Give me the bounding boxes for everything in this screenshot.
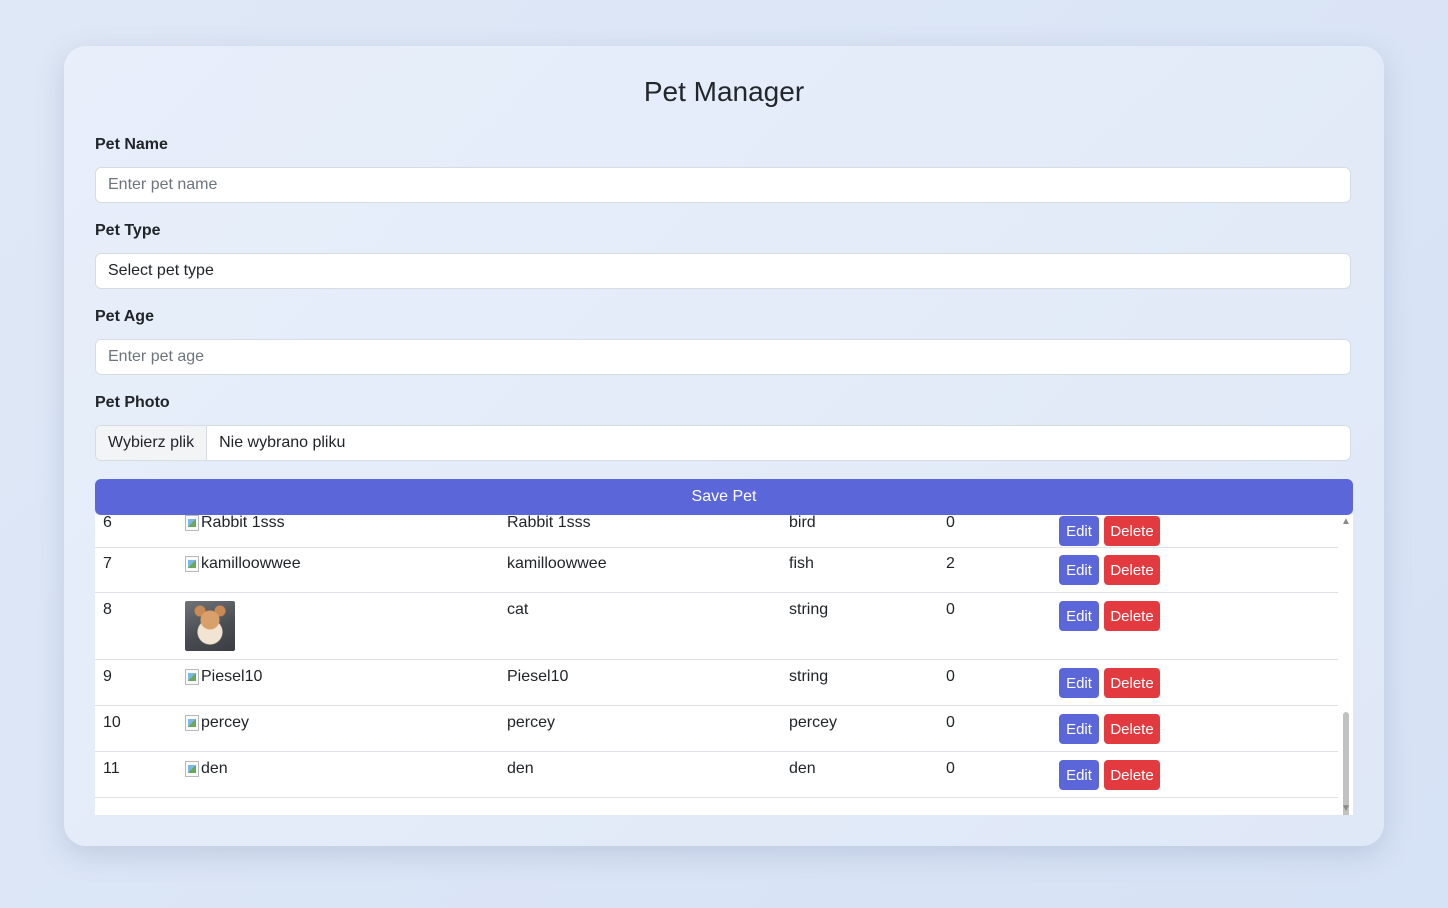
edit-button[interactable]: Edit xyxy=(1059,668,1099,698)
pet-name: kamilloowwee xyxy=(507,555,607,572)
delete-button[interactable]: Delete xyxy=(1104,714,1160,744)
delete-button[interactable]: Delete xyxy=(1104,516,1160,546)
pets-table[interactable]: 6 Rabbit 1sss Rabbit 1sss bird 0 Edit De… xyxy=(95,514,1353,815)
page-title: Pet Manager xyxy=(643,76,805,107)
choose-file-button[interactable]: Wybierz plik xyxy=(96,426,208,460)
pet-type-label: Pet Type xyxy=(95,222,161,239)
pet-id: 8 xyxy=(103,601,112,618)
pet-age: 0 xyxy=(946,714,955,731)
pet-id: 10 xyxy=(103,714,121,731)
pet-photo: percey xyxy=(185,714,249,732)
pet-name-input[interactable]: Enter pet name xyxy=(95,167,1351,203)
pet-photo-alt: Piesel10 xyxy=(201,668,263,685)
pet-photo-alt: kamilloowwee xyxy=(201,555,301,572)
pet-photo: den xyxy=(185,760,228,778)
pet-id: 9 xyxy=(103,668,112,685)
table-row: 8 cat string 0 Edit Delete xyxy=(95,593,1338,660)
pet-name: cat xyxy=(507,601,529,618)
delete-button[interactable]: Delete xyxy=(1104,601,1160,631)
scrollbar-thumb[interactable] xyxy=(1343,712,1349,815)
broken-image-icon xyxy=(185,761,199,777)
pet-type: den xyxy=(789,760,816,777)
broken-image-icon xyxy=(185,715,199,731)
delete-button[interactable]: Delete xyxy=(1104,760,1160,790)
table-row: 10 percey percey percey 0 Edit Delete xyxy=(95,706,1338,752)
delete-button[interactable]: Delete xyxy=(1104,555,1160,585)
edit-button[interactable]: Edit xyxy=(1059,714,1099,744)
pet-age: 0 xyxy=(946,760,955,777)
chevron-up-icon[interactable]: ▲ xyxy=(1339,514,1353,528)
pet-type: string xyxy=(789,668,829,685)
pet-name: Piesel10 xyxy=(507,668,569,685)
pet-age-input[interactable]: Enter pet age xyxy=(95,339,1351,375)
pet-type-select[interactable]: Select pet type xyxy=(95,253,1351,289)
broken-image-icon xyxy=(185,669,199,685)
pet-id: 6 xyxy=(103,514,112,531)
pet-type: bird xyxy=(789,514,816,531)
save-pet-button[interactable]: Save Pet xyxy=(95,479,1353,515)
pet-type: fish xyxy=(789,555,814,572)
edit-button[interactable]: Edit xyxy=(1059,516,1099,546)
pet-age-label: Pet Age xyxy=(95,308,154,325)
pet-photo-alt: percey xyxy=(201,714,250,731)
pet-type: string xyxy=(789,601,829,618)
pet-age: 0 xyxy=(946,601,955,618)
file-status: Nie wybrano pliku xyxy=(219,434,346,451)
pet-age: 2 xyxy=(946,555,955,572)
pet-name: percey xyxy=(507,714,556,731)
pet-name: Rabbit 1sss xyxy=(507,514,591,531)
pet-name-label: Pet Name xyxy=(95,136,168,153)
broken-image-icon xyxy=(185,556,199,572)
table-row: 11 den den den 0 Edit Delete xyxy=(95,752,1338,798)
pet-id: 7 xyxy=(103,555,112,572)
broken-image-icon xyxy=(185,515,199,531)
delete-button[interactable]: Delete xyxy=(1104,668,1160,698)
pet-manager-card: Pet Manager Pet Name Enter pet name Pet … xyxy=(64,46,1384,846)
pet-photo: Rabbit 1sss xyxy=(185,514,285,532)
pet-photo: Piesel10 xyxy=(185,668,262,686)
pet-age: 0 xyxy=(946,514,955,531)
pet-photo: kamilloowwee xyxy=(185,555,301,573)
pet-photo-thumbnail xyxy=(185,601,235,651)
edit-button[interactable]: Edit xyxy=(1059,601,1099,631)
table-row: 9 Piesel10 Piesel10 string 0 Edit Delete xyxy=(95,660,1338,706)
edit-button[interactable]: Edit xyxy=(1059,555,1099,585)
edit-button[interactable]: Edit xyxy=(1059,760,1099,790)
pet-photo-file-input[interactable]: Wybierz plik Nie wybrano pliku xyxy=(95,425,1351,461)
pet-id: 11 xyxy=(103,760,120,777)
table-row: 7 kamilloowwee kamilloowwee fish 2 Edit … xyxy=(95,547,1338,593)
table-scrollbar[interactable]: ▲ ▼ xyxy=(1339,514,1353,815)
pet-name: den xyxy=(507,760,534,777)
table-row: 6 Rabbit 1sss Rabbit 1sss bird 0 Edit De… xyxy=(95,514,1338,548)
pet-age: 0 xyxy=(946,668,955,685)
pet-photo-label: Pet Photo xyxy=(95,394,170,411)
pet-photo-alt: den xyxy=(201,760,228,777)
chevron-down-icon[interactable]: ▼ xyxy=(1339,801,1353,815)
pet-photo-alt: Rabbit 1sss xyxy=(201,514,285,531)
pet-type: percey xyxy=(789,714,838,731)
